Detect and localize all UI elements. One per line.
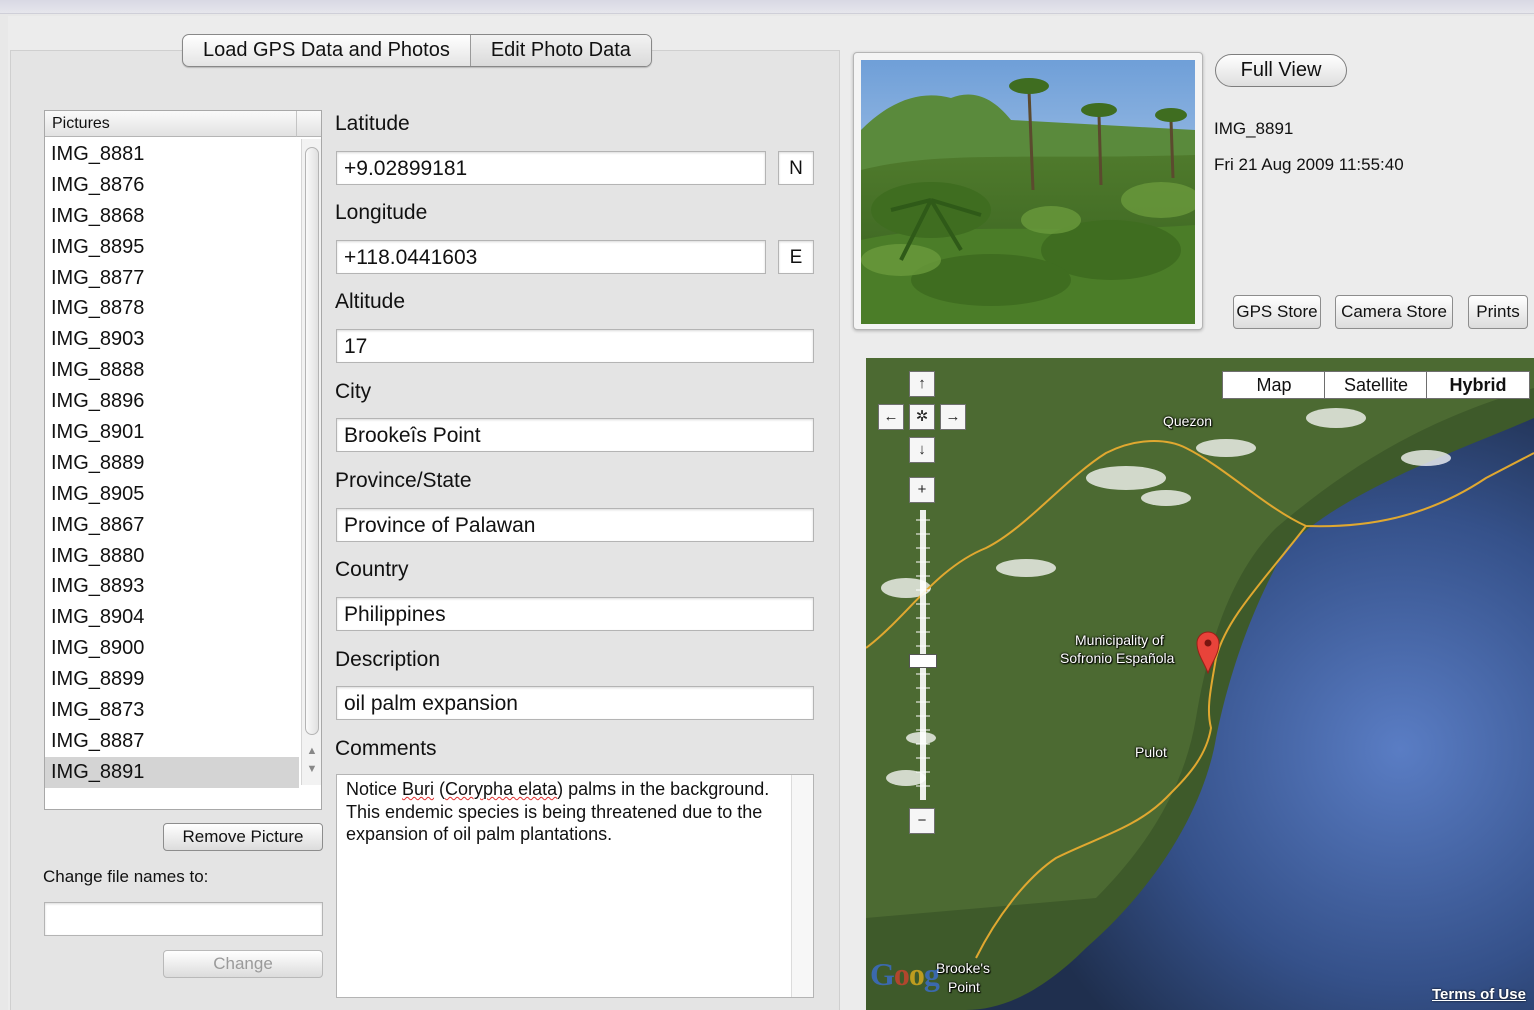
pan-up-icon[interactable]: ↑ bbox=[909, 371, 935, 397]
zoom-out-icon[interactable]: − bbox=[909, 808, 935, 834]
comments-text: ( bbox=[434, 779, 446, 799]
full-view-button[interactable]: Full View bbox=[1215, 54, 1347, 87]
country-field[interactable]: Philippines bbox=[336, 597, 814, 631]
latitude-label: Latitude bbox=[335, 112, 410, 135]
comments-misspelled-word: Corypha elata bbox=[445, 779, 558, 799]
rename-input[interactable] bbox=[44, 902, 323, 936]
terms-of-use-link[interactable]: Terms of Use bbox=[1432, 986, 1526, 1003]
photo-preview-frame bbox=[853, 52, 1203, 330]
list-item[interactable]: IMG_8889 bbox=[45, 448, 299, 479]
google-logo: Goog bbox=[870, 956, 940, 992]
list-item[interactable]: IMG_8904 bbox=[45, 602, 299, 633]
list-item[interactable]: IMG_8887 bbox=[45, 726, 299, 757]
comments-textarea[interactable]: Notice Buri (Corypha elata) palms in the… bbox=[336, 774, 814, 998]
pan-left-icon[interactable]: ← bbox=[878, 404, 904, 430]
map-type-map[interactable]: Map bbox=[1222, 371, 1326, 399]
photo-name: IMG_8891 bbox=[1214, 119, 1294, 138]
province-label: Province/State bbox=[335, 469, 472, 492]
latitude-field[interactable]: +9.02899181 bbox=[336, 151, 766, 185]
remove-picture-button[interactable]: Remove Picture bbox=[163, 823, 323, 851]
altitude-label: Altitude bbox=[335, 290, 406, 313]
list-item[interactable]: IMG_8876 bbox=[45, 170, 299, 201]
satellite-imagery bbox=[866, 358, 1534, 1010]
zoom-slider-handle[interactable] bbox=[909, 654, 937, 668]
map-label-municipality: Municipality of bbox=[1075, 632, 1164, 648]
list-item[interactable]: IMG_8891 bbox=[45, 756, 299, 788]
list-item[interactable]: IMG_8899 bbox=[45, 664, 299, 695]
description-label: Description bbox=[335, 648, 441, 671]
altitude-field[interactable]: 17 bbox=[336, 329, 814, 363]
list-item[interactable]: IMG_8901 bbox=[45, 417, 299, 448]
list-item[interactable]: IMG_8896 bbox=[45, 386, 299, 417]
scroll-up-arrow-icon[interactable]: ▲ bbox=[305, 743, 319, 759]
map-type-hybrid[interactable]: Hybrid bbox=[1426, 371, 1530, 399]
change-button[interactable]: Change bbox=[163, 950, 323, 978]
map-label-quezon: Quezon bbox=[1163, 413, 1213, 429]
description-field[interactable]: oil palm expansion bbox=[336, 686, 814, 720]
list-item[interactable]: IMG_8888 bbox=[45, 355, 299, 386]
country-label: Country bbox=[335, 558, 409, 581]
column-header-spacer bbox=[297, 111, 321, 137]
prints-button[interactable]: Prints bbox=[1468, 295, 1528, 329]
map-label-municipality-name: Sofronio Española bbox=[1060, 650, 1175, 666]
scroll-down-arrow-icon[interactable]: ▼ bbox=[305, 761, 319, 777]
map-label-pulot: Pulot bbox=[1135, 744, 1167, 760]
list-item[interactable]: IMG_8877 bbox=[45, 263, 299, 294]
pictures-list[interactable]: Pictures IMG_8881 IMG_8876 IMG_8868 IMG_889… bbox=[44, 110, 322, 810]
pan-right-icon[interactable]: → bbox=[940, 404, 966, 430]
province-field[interactable]: Province of Palawan bbox=[336, 508, 814, 542]
pictures-column-header[interactable]: Pictures bbox=[45, 111, 297, 137]
list-item[interactable]: IMG_8881 bbox=[45, 139, 299, 170]
list-item[interactable]: IMG_8905 bbox=[45, 479, 299, 510]
tab-edit-photo-data[interactable]: Edit Photo Data bbox=[469, 35, 651, 66]
photo-preview[interactable] bbox=[861, 60, 1195, 324]
pictures-scrollbar[interactable]: ▲ ▼ bbox=[301, 139, 321, 785]
list-item[interactable]: IMG_8878 bbox=[45, 293, 299, 324]
rename-label: Change file names to: bbox=[43, 867, 209, 886]
map-label-point: Point bbox=[948, 979, 980, 995]
list-item[interactable]: IMG_8893 bbox=[45, 571, 299, 602]
map-view[interactable]: Map Satellite Hybrid bbox=[866, 358, 1534, 1010]
recenter-icon[interactable]: ✲ bbox=[909, 404, 935, 430]
comments-misspelled-word: Buri bbox=[402, 779, 435, 799]
latitude-direction[interactable]: N bbox=[778, 151, 814, 185]
city-label: City bbox=[335, 380, 372, 403]
map-type-satellite[interactable]: Satellite bbox=[1324, 371, 1428, 399]
photo-image bbox=[861, 60, 1195, 324]
tab-bar: Load GPS Data and Photos Edit Photo Data bbox=[182, 34, 652, 67]
window-top-strip bbox=[0, 0, 1534, 14]
list-item[interactable]: IMG_8880 bbox=[45, 541, 299, 572]
comments-scrollbar[interactable] bbox=[791, 775, 813, 997]
longitude-direction[interactable]: E bbox=[778, 240, 814, 274]
tab-load-gps-data[interactable]: Load GPS Data and Photos bbox=[183, 35, 470, 66]
list-item[interactable]: IMG_8868 bbox=[45, 201, 299, 232]
map-label-brookes: Brooke's bbox=[936, 960, 991, 976]
list-item[interactable]: IMG_8895 bbox=[45, 232, 299, 263]
scrollbar-thumb[interactable] bbox=[305, 147, 319, 735]
zoom-in-icon[interactable]: + bbox=[909, 477, 935, 503]
gps-store-button[interactable]: GPS Store bbox=[1233, 295, 1321, 329]
pictures-list-items: IMG_8881 IMG_8876 IMG_8868 IMG_8895 IMG_8877… bbox=[45, 139, 299, 788]
comments-label: Comments bbox=[335, 737, 437, 760]
comments-text: Notice bbox=[346, 779, 403, 799]
city-field[interactable]: Brookeîs Point bbox=[336, 418, 814, 452]
list-item[interactable]: IMG_8873 bbox=[45, 695, 299, 726]
list-item[interactable]: IMG_8903 bbox=[45, 324, 299, 355]
longitude-field[interactable]: +118.0441603 bbox=[336, 240, 766, 274]
longitude-label: Longitude bbox=[335, 201, 428, 224]
photo-datetime: Fri 21 Aug 2009 11:55:40 bbox=[1214, 155, 1404, 174]
list-item[interactable]: IMG_8900 bbox=[45, 633, 299, 664]
camera-store-button[interactable]: Camera Store bbox=[1335, 295, 1453, 329]
pan-down-icon[interactable]: ↓ bbox=[909, 437, 935, 463]
list-item[interactable]: IMG_8867 bbox=[45, 510, 299, 541]
location-marker-icon[interactable] bbox=[1195, 630, 1221, 674]
